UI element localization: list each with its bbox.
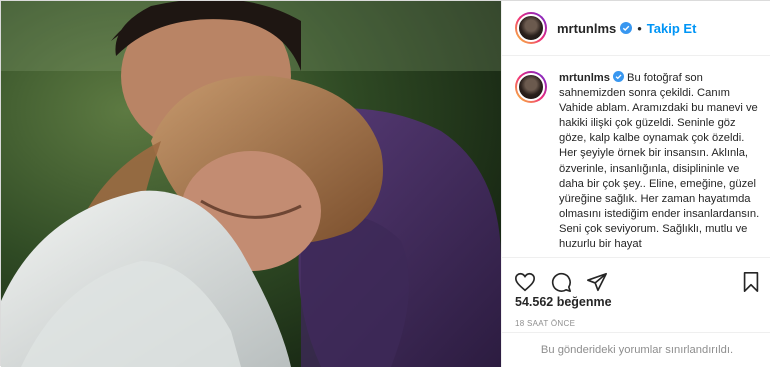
avatar[interactable] (515, 12, 547, 44)
action-bar (502, 257, 770, 297)
caption-avatar[interactable] (515, 71, 547, 103)
comments-disabled-notice: Bu gönderideki yorumlar sınırlandırıldı. (502, 332, 770, 367)
post-photo-image (1, 1, 501, 367)
post-photo[interactable] (1, 1, 501, 367)
caption-username[interactable]: mrtunlms (559, 72, 610, 84)
separator-dot: • (637, 20, 642, 36)
post-header: mrtunlms • Takip Et (502, 1, 770, 56)
post-sidebar: mrtunlms • Takip Et mrtunlms Bu fotoğraf… (501, 1, 770, 367)
comment-icon[interactable] (550, 271, 572, 293)
caption-body: mrtunlms Bu fotoğraf son sahnemizden son… (559, 71, 765, 256)
post-timestamp[interactable]: 18 SAAT ÖNCE (515, 319, 575, 328)
caption-avatar-image (517, 73, 545, 101)
post-caption: mrtunlms Bu fotoğraf son sahnemizden son… (515, 71, 765, 256)
avatar-image (517, 14, 545, 42)
likes-count[interactable]: 54.562 beğenme (515, 295, 612, 309)
caption-verified-badge-icon (612, 71, 624, 82)
username-link[interactable]: mrtunlms (557, 21, 616, 36)
share-icon[interactable] (586, 271, 608, 293)
verified-badge-icon (620, 22, 633, 34)
heart-icon[interactable] (514, 271, 536, 293)
bookmark-icon[interactable] (740, 271, 762, 293)
instagram-post: mrtunlms • Takip Et mrtunlms Bu fotoğraf… (0, 0, 770, 367)
caption-text: Bu fotoğraf son sahnemizden sonra çekild… (559, 72, 760, 251)
follow-button[interactable]: Takip Et (647, 21, 697, 36)
